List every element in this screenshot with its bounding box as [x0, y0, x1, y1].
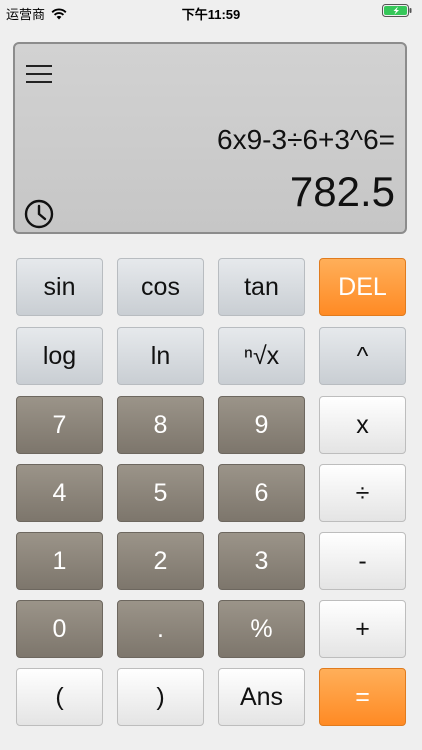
- minus-button[interactable]: -: [319, 532, 406, 590]
- decimal-button[interactable]: .: [117, 600, 204, 658]
- percent-button[interactable]: %: [218, 600, 305, 658]
- keypad: sin cos tan DEL log ln ⁿ√x ^ 7 8 9 x 4 5…: [16, 258, 406, 728]
- digit-5-button[interactable]: 5: [117, 464, 204, 522]
- calculator-display: 6x9-3÷6+3^6= 782.5: [13, 42, 407, 234]
- result-text: 782.5: [289, 168, 395, 215]
- tan-button[interactable]: tan: [218, 258, 305, 316]
- menu-icon[interactable]: [25, 62, 53, 86]
- digit-0-button[interactable]: 0: [16, 600, 103, 658]
- digit-2-button[interactable]: 2: [117, 532, 204, 590]
- digit-8-button[interactable]: 8: [117, 396, 204, 454]
- digit-7-button[interactable]: 7: [16, 396, 103, 454]
- plus-button[interactable]: +: [319, 600, 406, 658]
- open-paren-button[interactable]: (: [16, 668, 103, 726]
- expression-text: 6x9-3÷6+3^6=: [217, 124, 395, 155]
- digit-4-button[interactable]: 4: [16, 464, 103, 522]
- sin-button[interactable]: sin: [16, 258, 103, 316]
- delete-button[interactable]: DEL: [319, 258, 406, 316]
- cos-button[interactable]: cos: [117, 258, 204, 316]
- digit-6-button[interactable]: 6: [218, 464, 305, 522]
- ans-button[interactable]: Ans: [218, 668, 305, 726]
- status-bar: 运营商 下午11:59: [0, 0, 422, 22]
- power-button[interactable]: ^: [319, 327, 406, 385]
- multiply-button[interactable]: x: [319, 396, 406, 454]
- digit-1-button[interactable]: 1: [16, 532, 103, 590]
- divide-button[interactable]: ÷: [319, 464, 406, 522]
- status-time: 下午11:59: [181, 7, 241, 22]
- digit-9-button[interactable]: 9: [218, 396, 305, 454]
- history-icon[interactable]: [23, 198, 55, 230]
- close-paren-button[interactable]: ): [117, 668, 204, 726]
- equals-button[interactable]: =: [319, 668, 406, 726]
- log-button[interactable]: log: [16, 327, 103, 385]
- ln-button[interactable]: ln: [117, 327, 204, 385]
- digit-3-button[interactable]: 3: [218, 532, 305, 590]
- nth-root-button[interactable]: ⁿ√x: [218, 327, 305, 385]
- battery-icon: [382, 4, 412, 17]
